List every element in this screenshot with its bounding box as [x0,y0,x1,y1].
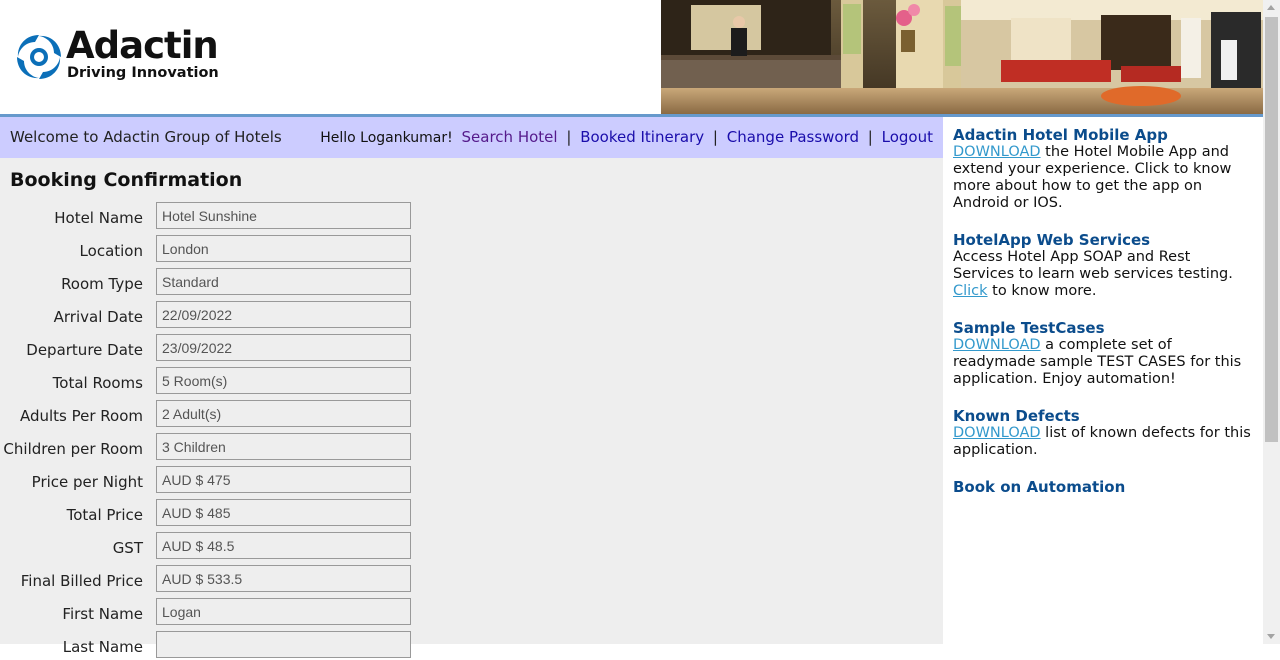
logout-link[interactable]: Logout [882,128,933,146]
form-row-adults-per-room: Adults Per Room [0,400,420,429]
nav-separator: | [566,128,572,146]
hotel-name-label: Hotel Name [54,209,143,227]
book-on-automation-link[interactable]: Book on Automation [953,478,1125,496]
test-cases-download-link[interactable]: DOWNLOAD [953,337,1041,353]
logo-title: Adactin [66,24,219,67]
change-password-link[interactable]: Change Password [727,128,859,146]
gst-label: GST [112,539,143,557]
gst-field[interactable] [156,532,411,559]
hello-user-text: Hello Logankumar! [320,130,453,146]
web-services-block: HotelApp Web Services Access Hotel App S… [953,232,1255,300]
adults-per-room-label: Adults Per Room [19,407,143,425]
first-name-label: First Name [62,605,143,623]
web-services-body: Access Hotel App SOAP and Rest Services … [953,249,1255,300]
web-services-heading: HotelApp Web Services [953,231,1151,249]
nav-bar: Welcome to Adactin Group of Hotels Hello… [0,117,943,158]
room-type-label: Room Type [61,275,143,293]
form-row-room-type: Room Type [0,268,420,297]
total-price-field[interactable] [156,499,411,526]
price-per-night-label: Price per Night [31,473,143,491]
info-sidebar: Adactin Hotel Mobile App DOWNLOAD the Ho… [943,117,1263,644]
form-row-location: Location [0,235,420,264]
form-row-last-name: Last Name [0,631,420,660]
form-row-price-per-night: Price per Night [0,466,420,495]
last-name-field[interactable] [156,631,411,658]
logo-subtitle: Driving Innovation [67,65,219,81]
hotel-lobby-image [661,0,1263,114]
test-cases-block: Sample TestCases DOWNLOAD a complete set… [953,320,1255,388]
arrival-date-label: Arrival Date [53,308,143,326]
location-field[interactable] [156,235,411,262]
known-defects-body: DOWNLOAD list of known defects for this … [953,425,1255,459]
mobile-app-heading: Adactin Hotel Mobile App [953,126,1168,144]
form-row-arrival-date: Arrival Date [0,301,420,330]
scroll-down-arrow-icon[interactable] [1267,634,1275,639]
arrival-date-field[interactable] [156,301,411,328]
web-services-text-after: to know more. [987,283,1097,299]
departure-date-field[interactable] [156,334,411,361]
test-cases-body: DOWNLOAD a complete set of readymade sam… [953,337,1255,388]
mobile-app-download-link[interactable]: DOWNLOAD [953,144,1041,160]
total-rooms-field[interactable] [156,367,411,394]
user-nav: Hello Logankumar! Search Hotel | Booked … [320,128,933,146]
page-title: Booking Confirmation [10,169,243,191]
last-name-label: Last Name [62,638,143,656]
site-header: Adactin Driving Innovation [0,0,1263,114]
mobile-app-block: Adactin Hotel Mobile App DOWNLOAD the Ho… [953,127,1255,212]
price-per-night-field[interactable] [156,466,411,493]
children-per-room-label: Children per Room [3,440,143,458]
known-defects-heading: Known Defects [953,407,1080,425]
form-row-gst: GST [0,532,420,561]
nav-separator: | [867,128,873,146]
test-cases-heading: Sample TestCases [953,319,1105,337]
search-hotel-link[interactable]: Search Hotel [462,128,558,146]
adactin-logo[interactable]: Adactin Driving Innovation [14,24,234,88]
final-billed-price-label: Final Billed Price [20,572,143,590]
form-row-children-per-room: Children per Room [0,433,420,462]
departure-date-label: Departure Date [26,341,143,359]
form-row-first-name: First Name [0,598,420,627]
known-defects-download-link[interactable]: DOWNLOAD [953,425,1041,441]
nav-separator: | [712,128,718,146]
welcome-text: Welcome to Adactin Group of Hotels [10,128,282,146]
form-row-hotel-name: Hotel Name [0,202,420,231]
scrollbar-thumb[interactable] [1265,17,1278,442]
scroll-up-arrow-icon[interactable] [1267,5,1275,10]
room-type-field[interactable] [156,268,411,295]
form-row-final-billed-price: Final Billed Price [0,565,420,594]
booked-itinerary-link[interactable]: Booked Itinerary [580,128,704,146]
form-row-total-price: Total Price [0,499,420,528]
total-price-label: Total Price [66,506,143,524]
page-scrollbar[interactable] [1263,0,1280,644]
final-billed-price-field[interactable] [156,565,411,592]
web-services-click-link[interactable]: Click [953,283,988,299]
form-row-departure-date: Departure Date [0,334,420,363]
hotel-name-field[interactable] [156,202,411,229]
known-defects-block: Known Defects DOWNLOAD list of known def… [953,408,1255,459]
children-per-room-field[interactable] [156,433,411,460]
book-automation-block: Book on Automation [953,479,1255,497]
total-rooms-label: Total Rooms [52,374,143,392]
mobile-app-body: DOWNLOAD the Hotel Mobile App and extend… [953,144,1255,212]
location-label: Location [79,242,143,260]
logo-swirl-icon [17,35,61,79]
adults-per-room-field[interactable] [156,400,411,427]
first-name-field[interactable] [156,598,411,625]
web-services-text: Access Hotel App SOAP and Rest Services … [953,249,1233,282]
form-row-total-rooms: Total Rooms [0,367,420,396]
booking-confirmation-panel: Booking Confirmation Hotel Name Location… [0,158,943,658]
